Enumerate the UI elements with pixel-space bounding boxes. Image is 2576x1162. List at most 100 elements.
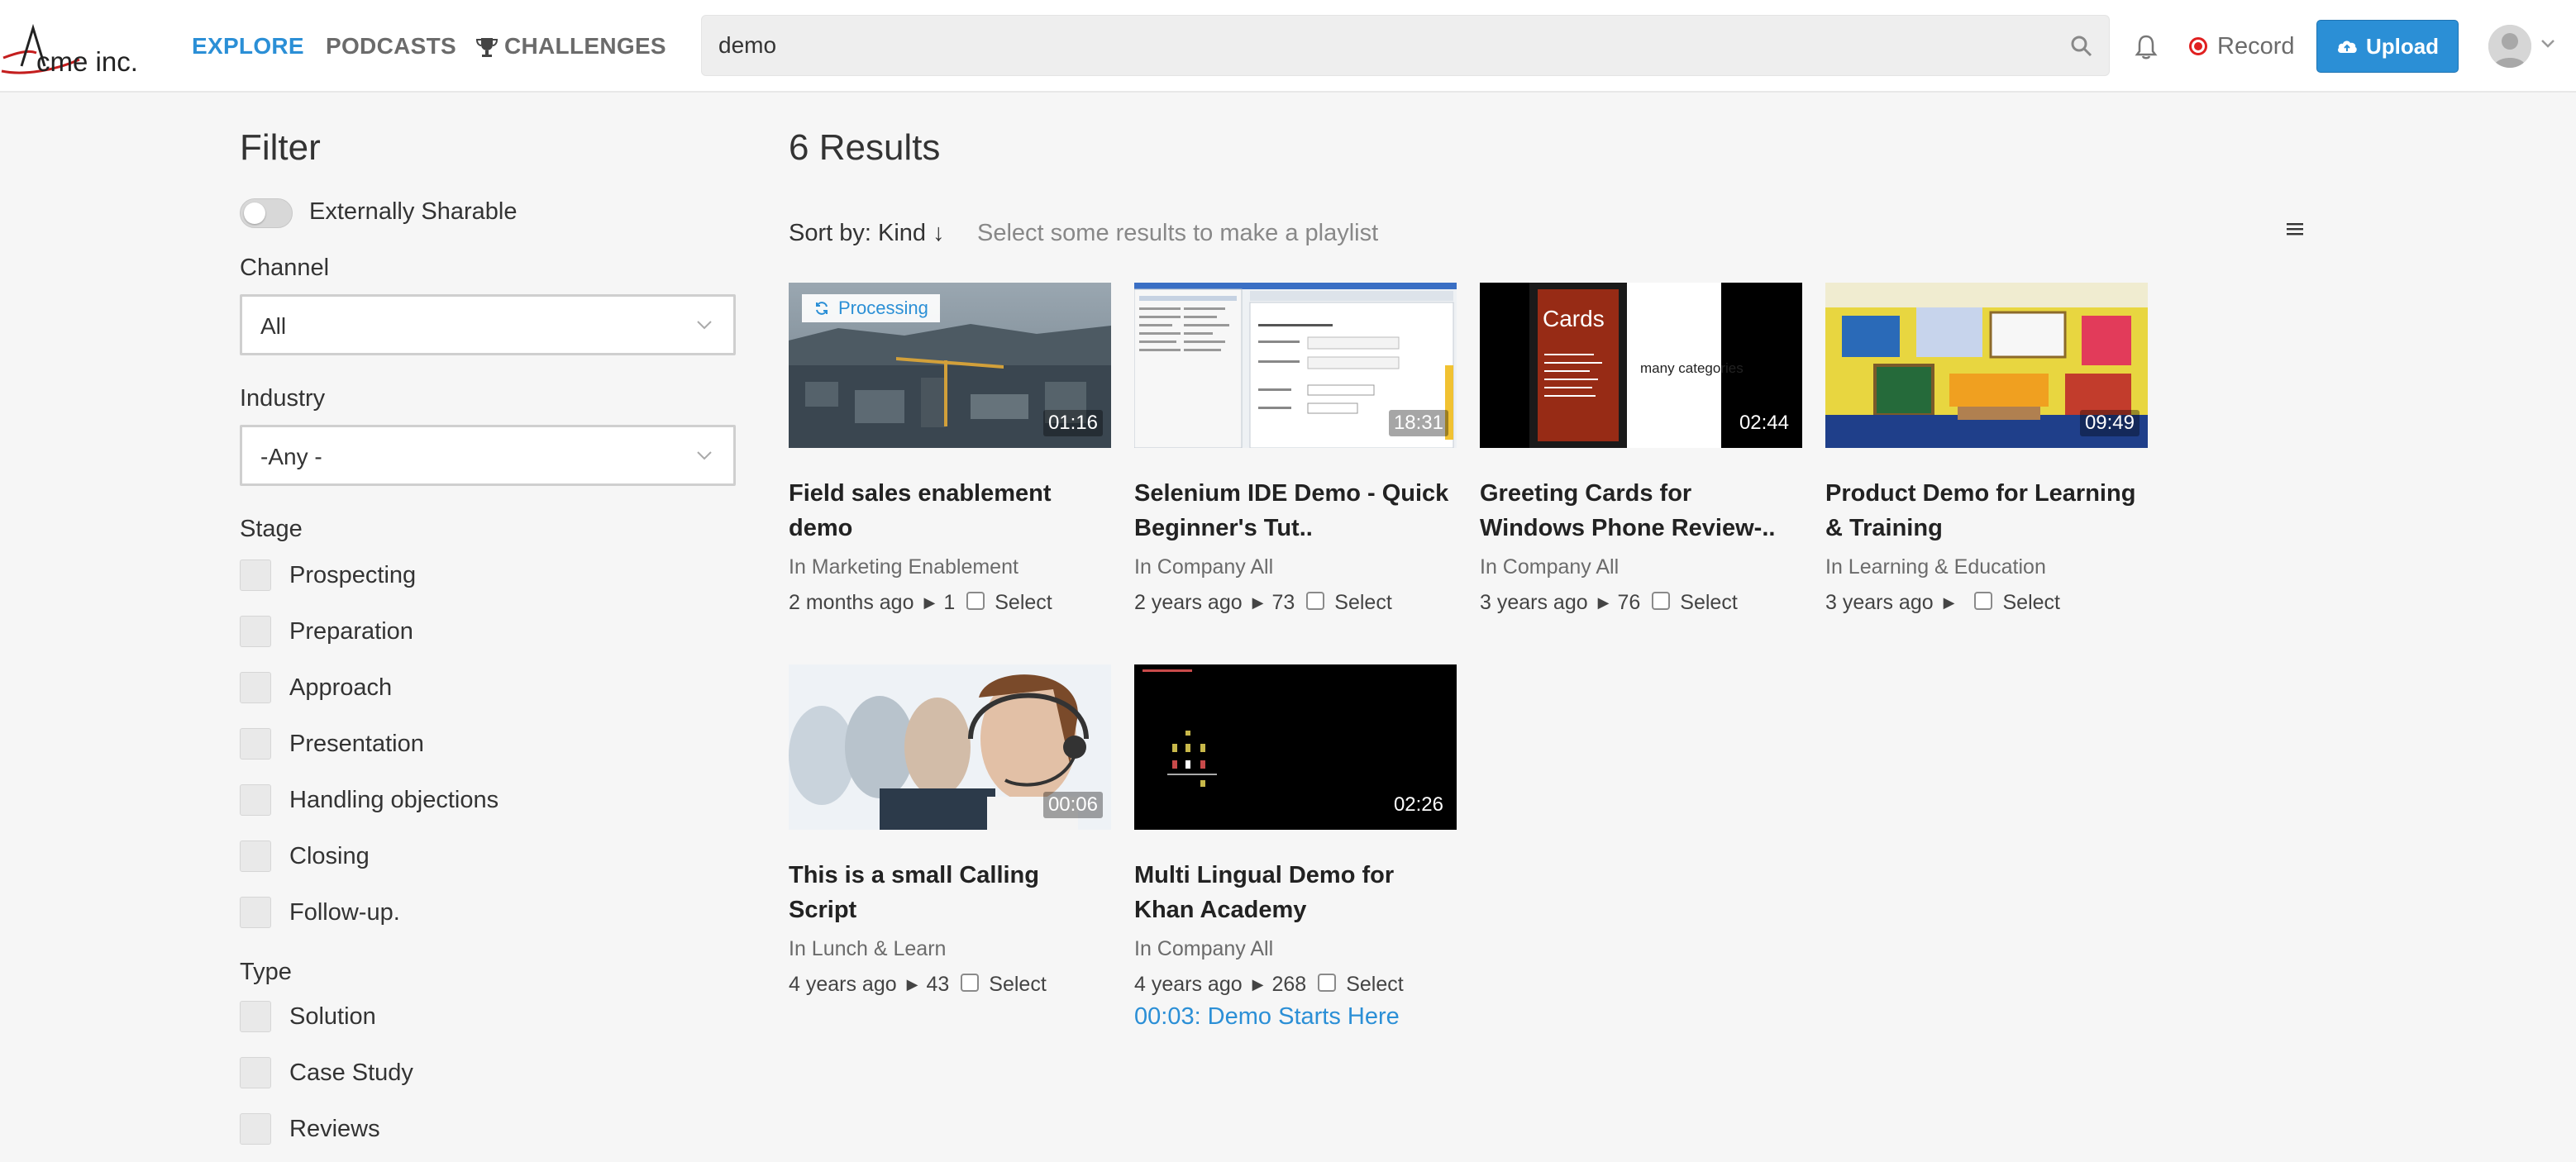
chevron-down-icon (697, 451, 712, 460)
channel-select[interactable]: All (240, 294, 736, 355)
select-checkbox[interactable] (1974, 591, 1993, 610)
sort-by-dropdown[interactable]: Sort by: Kind ↓ (789, 220, 945, 247)
industry-select[interactable]: -Any - (240, 425, 736, 486)
video-title[interactable]: Product Demo for Learning & Training (1825, 476, 2148, 545)
video-title-line: Field sales enablement (789, 480, 1052, 507)
stage-option[interactable]: Follow-up. (240, 896, 400, 929)
video-card[interactable]: 09:49 Product Demo for Learning & Traini… (1825, 283, 2148, 615)
stage-checkbox[interactable] (240, 616, 271, 647)
upload-label: Upload (2365, 33, 2440, 59)
video-title-line: Greeting Cards for (1480, 480, 1692, 507)
stage-checkbox[interactable] (240, 560, 271, 591)
type-checkbox[interactable] (240, 1001, 271, 1032)
video-title-line: Product Demo for Learning (1825, 480, 2136, 507)
stage-option[interactable]: Approach (240, 671, 392, 704)
stage-option[interactable]: Prospecting (240, 559, 416, 592)
video-channel[interactable]: In Company All (1134, 555, 1457, 579)
video-duration: 09:49 (2079, 410, 2140, 436)
stage-checkbox[interactable] (240, 841, 271, 872)
video-title[interactable]: Field sales enablement demo (789, 476, 1111, 545)
video-card[interactable]: 02:26 Multi Lingual Demo for Khan Academ… (1134, 664, 1457, 1031)
video-title[interactable]: This is a small Calling Script (789, 858, 1111, 927)
channel-label: Channel (240, 255, 330, 281)
type-option[interactable]: Case Study (240, 1056, 413, 1089)
video-thumbnail[interactable]: 02:26 (1134, 664, 1457, 830)
select-checkbox[interactable] (1306, 591, 1325, 610)
stage-option-label: Follow-up. (289, 898, 400, 926)
avatar[interactable] (2488, 25, 2531, 68)
play-icon: ▶ (906, 976, 918, 993)
processing-badge: Processing (802, 294, 940, 322)
type-checkbox[interactable] (240, 1113, 271, 1145)
stage-option-label: Presentation (289, 730, 424, 757)
video-thumbnail[interactable]: Cards many categories 02:44 (1480, 283, 1802, 448)
stage-option[interactable]: Preparation (240, 615, 413, 648)
select-checkbox[interactable] (1652, 591, 1671, 610)
video-thumbnail[interactable]: 00:06 (789, 664, 1111, 830)
play-icon: ▶ (1252, 976, 1264, 993)
video-title[interactable]: Multi Lingual Demo for Khan Academy (1134, 858, 1457, 927)
type-checkbox[interactable] (240, 1057, 271, 1088)
type-option[interactable]: Reviews (240, 1112, 380, 1145)
select-label: Select (989, 973, 1047, 996)
chevron-down-icon[interactable] (2540, 38, 2556, 50)
select-label: Select (2002, 591, 2060, 614)
list-view-icon[interactable] (2285, 220, 2305, 238)
video-card[interactable]: Cards many categories 02:44 Greeting Car… (1480, 283, 1802, 615)
video-age: 4 years ago (789, 973, 897, 996)
stage-checkbox[interactable] (240, 728, 271, 760)
video-thumbnail[interactable]: 18:31 (1134, 283, 1457, 448)
video-meta: 3 years ago ▶ 76 Select (1480, 591, 1802, 615)
stage-checkbox[interactable] (240, 672, 271, 703)
search-input[interactable] (718, 16, 2041, 75)
type-option[interactable]: Solution (240, 1000, 376, 1033)
video-title-line: & Training (1825, 515, 1943, 541)
video-thumbnail[interactable]: 09:49 (1825, 283, 2148, 448)
nav-podcasts[interactable]: PODCASTS (326, 33, 456, 60)
type-option-label: Case Study (289, 1059, 413, 1086)
upload-button[interactable]: Upload (2316, 20, 2459, 73)
video-title[interactable]: Selenium IDE Demo - Quick Beginner's Tut… (1134, 476, 1457, 545)
video-channel[interactable]: In Learning & Education (1825, 555, 2148, 579)
video-title-line: Khan Academy (1134, 897, 1307, 923)
acme-logo[interactable]: cme inc. (0, 17, 149, 77)
stage-option-label: Closing (289, 842, 370, 869)
stage-checkbox[interactable] (240, 897, 271, 928)
video-duration: 18:31 (1388, 410, 1448, 436)
results-count-title: 6 Results (789, 127, 941, 168)
chevron-down-icon (697, 321, 712, 330)
refresh-icon (816, 302, 828, 315)
video-title-line: Beginner's Tut.. (1134, 515, 1313, 541)
phone-screen-text: Cards (1543, 306, 1605, 331)
stage-checkbox[interactable] (240, 784, 271, 816)
video-card[interactable]: 00:06 This is a small Calling Script In … (789, 664, 1111, 997)
select-label: Select (1334, 591, 1392, 614)
video-channel[interactable]: In Lunch & Learn (789, 937, 1111, 961)
video-channel[interactable]: In Company All (1480, 555, 1802, 579)
video-age: 3 years ago (1480, 591, 1588, 614)
record-button[interactable]: Record (2189, 30, 2295, 63)
chapter-link[interactable]: 00:03: Demo Starts Here (1134, 1003, 1457, 1031)
video-title[interactable]: Greeting Cards for Windows Phone Review-… (1480, 476, 1802, 545)
video-card[interactable]: Processing 01:16 Field sales enablement … (789, 283, 1111, 615)
stage-option[interactable]: Handling objections (240, 783, 499, 817)
nav-challenges[interactable]: CHALLENGES (504, 33, 666, 60)
nav-explore[interactable]: EXPLORE (192, 33, 304, 60)
stage-option[interactable]: Closing (240, 840, 370, 873)
filter-title: Filter (240, 127, 321, 168)
stage-option-label: Preparation (289, 617, 413, 645)
select-checkbox[interactable] (966, 591, 985, 610)
externally-sharable-toggle[interactable] (240, 198, 293, 228)
video-channel[interactable]: In Marketing Enablement (789, 555, 1111, 579)
type-option-label: Reviews (289, 1115, 380, 1142)
search-icon[interactable] (2069, 34, 2094, 59)
select-checkbox[interactable] (1318, 973, 1337, 992)
bell-icon[interactable] (2133, 33, 2159, 61)
video-card[interactable]: 18:31 Selenium IDE Demo - Quick Beginner… (1134, 283, 1457, 615)
stage-option[interactable]: Presentation (240, 727, 424, 760)
video-channel[interactable]: In Company All (1134, 937, 1457, 961)
type-option-label: Solution (289, 1002, 376, 1030)
trophy-icon (475, 38, 499, 57)
video-thumbnail[interactable]: Processing 01:16 (789, 283, 1111, 448)
select-checkbox[interactable] (961, 973, 980, 992)
